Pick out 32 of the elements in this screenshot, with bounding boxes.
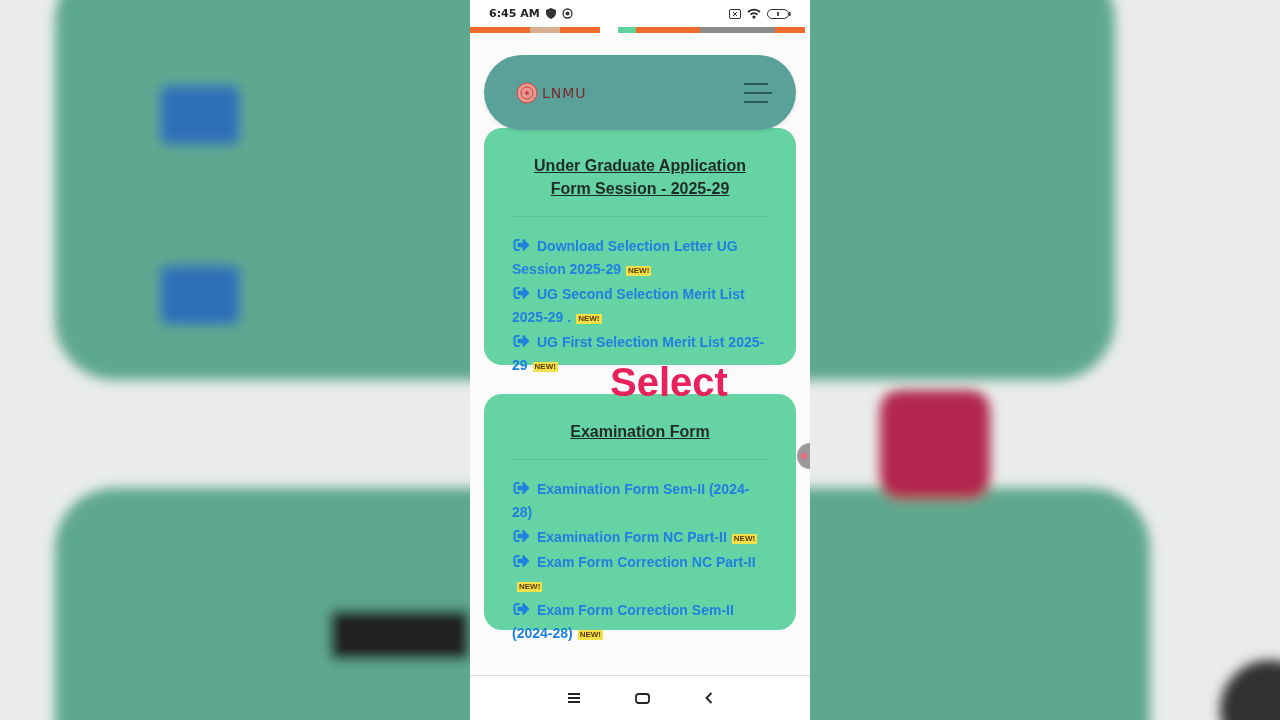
new-badge: NEW! bbox=[625, 266, 652, 276]
new-badge: NEW! bbox=[517, 582, 543, 592]
exit-arrow-icon bbox=[512, 480, 531, 496]
sim-icon bbox=[729, 8, 741, 19]
notice-link[interactable]: UG Second Selection Merit List 2025-29 . NEW! bbox=[512, 283, 768, 329]
logo-emblem-icon bbox=[516, 81, 538, 104]
exit-arrow-icon bbox=[512, 285, 531, 301]
logo-text: LNMU bbox=[542, 84, 587, 101]
section-title: Under Graduate Application Form Session - 2025-29 bbox=[533, 156, 747, 199]
record-icon bbox=[561, 8, 573, 19]
exit-arrow-icon bbox=[512, 601, 531, 617]
status-time: 6:45 AM bbox=[489, 7, 540, 20]
exit-arrow-icon bbox=[512, 333, 531, 349]
notice-link[interactable]: Exam Form Correction NC Part-II NEW! bbox=[512, 551, 768, 597]
battery-icon bbox=[767, 8, 791, 19]
shield-icon bbox=[545, 8, 556, 19]
wifi-icon bbox=[747, 8, 761, 19]
new-badge: NEW! bbox=[576, 314, 602, 324]
notice-link[interactable]: Examination Form NC Part-II NEW! bbox=[512, 526, 768, 549]
exit-arrow-icon bbox=[512, 237, 531, 253]
notice-link[interactable]: Download Selection Letter UG Session 2025-29 NEW! bbox=[512, 235, 768, 281]
notice-link[interactable]: Exam Form Correction Sem-II (2024-28) NEW! bbox=[512, 599, 768, 645]
caption-text: Select bbox=[610, 360, 728, 405]
new-badge: NEW! bbox=[731, 534, 758, 544]
exit-arrow-icon bbox=[512, 528, 531, 544]
section-title: Examination Form bbox=[569, 422, 711, 442]
new-badge: NEW! bbox=[577, 630, 604, 640]
new-badge: NEW! bbox=[532, 362, 558, 372]
menu-icon[interactable] bbox=[567, 693, 580, 703]
back-icon[interactable] bbox=[704, 692, 713, 704]
home-square-icon[interactable] bbox=[634, 692, 650, 704]
exit-arrow-icon bbox=[512, 553, 531, 569]
